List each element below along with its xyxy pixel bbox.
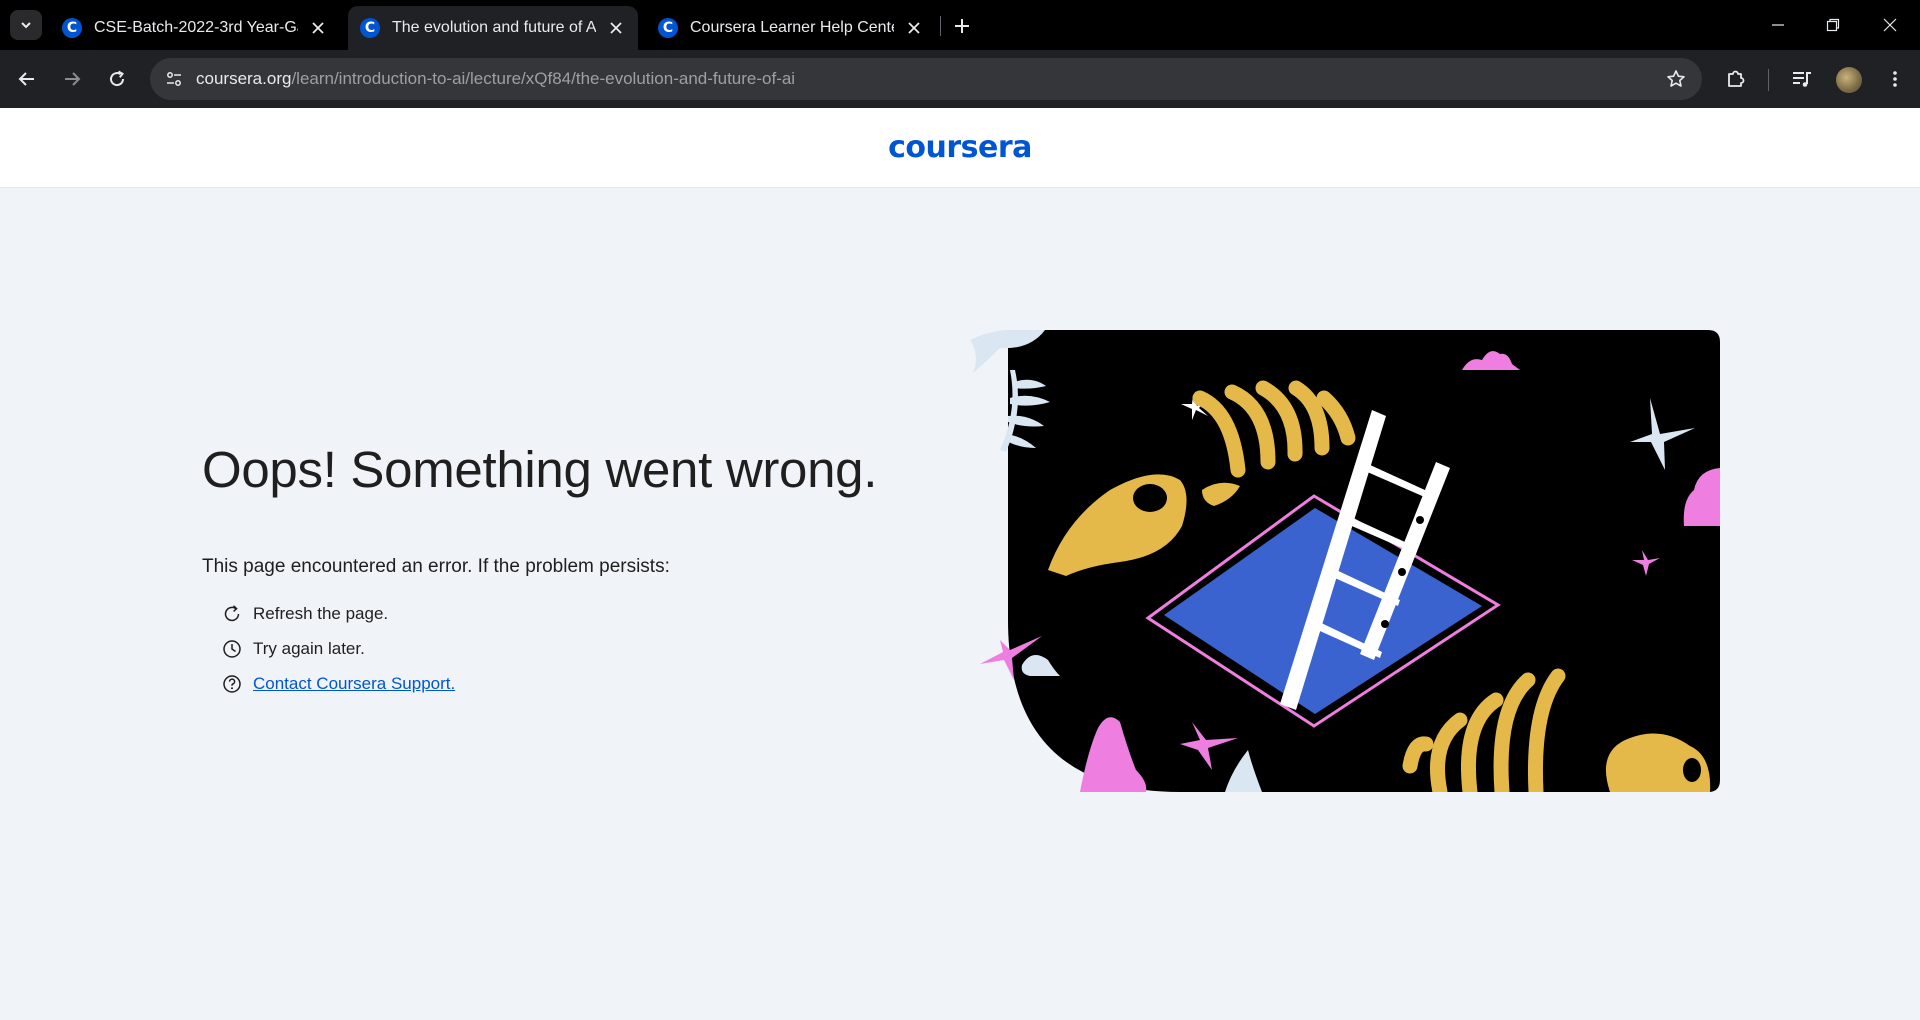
tab-title: Coursera Learner Help Center — [690, 19, 894, 36]
arrow-left-icon — [18, 72, 34, 86]
toolbar-divider — [1768, 69, 1769, 91]
error-description: This page encountered an error. If the p… — [202, 556, 670, 577]
puzzle-icon — [1728, 70, 1745, 87]
refresh-icon — [221, 603, 243, 625]
forward-button[interactable] — [56, 63, 88, 95]
reload-icon — [110, 70, 125, 87]
tab-title: The evolution and future of AI | Courser… — [392, 19, 596, 36]
coursera-logo[interactable]: coursera — [888, 130, 1032, 165]
tab-title: CSE-Batch-2022-3rd Year-Gamma — [94, 19, 298, 36]
plus-icon — [955, 19, 969, 33]
site-header: coursera — [0, 108, 1920, 188]
tab-evolution-of-ai[interactable]: C The evolution and future of AI | Cours… — [348, 6, 638, 50]
minimize-button[interactable] — [1758, 10, 1798, 40]
new-tab-button[interactable] — [948, 12, 976, 40]
clock-icon — [221, 638, 243, 660]
coursera-favicon-icon: C — [360, 18, 380, 38]
profile-avatar[interactable] — [1836, 67, 1862, 93]
chevron-down-icon — [21, 22, 31, 29]
error-illustration — [970, 330, 1720, 792]
url-host: coursera.org — [196, 69, 292, 88]
back-button[interactable] — [11, 63, 43, 95]
media-control-button[interactable] — [1786, 63, 1818, 95]
url-text: coursera.org/learn/introduction-to-ai/le… — [196, 69, 795, 89]
more-vertical-icon — [1893, 71, 1897, 87]
browser-toolbar: coursera.org/learn/introduction-to-ai/le… — [0, 50, 1920, 108]
error-suggestions-list: Refresh the page. Try again later. Conta… — [221, 596, 455, 701]
url-path: /learn/introduction-to-ai/lecture/xQf84/… — [291, 69, 796, 88]
tab-separator — [940, 16, 941, 36]
extensions-button[interactable] — [1720, 63, 1752, 95]
bookmark-button[interactable] — [1664, 67, 1688, 91]
reload-button[interactable] — [101, 63, 133, 95]
arrow-right-icon — [65, 72, 81, 86]
close-tab-icon[interactable] — [606, 18, 626, 38]
suggestion-text: Refresh the page. — [253, 603, 389, 623]
suggestion-text: Try again later. — [253, 638, 365, 658]
queue-music-icon — [1793, 72, 1811, 87]
close-icon — [1883, 18, 1897, 32]
list-item: Refresh the page. — [221, 596, 455, 631]
coursera-favicon-icon: C — [62, 18, 82, 38]
restore-icon — [1826, 18, 1840, 32]
address-bar[interactable]: coursera.org/learn/introduction-to-ai/le… — [150, 58, 1702, 100]
star-icon — [1667, 70, 1685, 87]
error-title: Oops! Something went wrong. — [202, 441, 878, 498]
close-tab-icon[interactable] — [904, 18, 924, 38]
browser-menu-button[interactable] — [1879, 63, 1911, 95]
list-item: Contact Coursera Support. — [221, 666, 455, 701]
close-window-button[interactable] — [1870, 10, 1910, 40]
site-info-button[interactable] — [160, 65, 188, 93]
tab-cse-batch[interactable]: C CSE-Batch-2022-3rd Year-Gamma — [50, 6, 340, 50]
tab-strip: C CSE-Batch-2022-3rd Year-Gamma C The ev… — [0, 0, 1920, 50]
restore-button[interactable] — [1813, 10, 1853, 40]
tune-icon — [167, 72, 181, 86]
close-tab-icon[interactable] — [308, 18, 328, 38]
list-item: Try again later. — [221, 631, 455, 666]
tab-search-button[interactable] — [10, 10, 42, 40]
help-circle-icon — [221, 673, 243, 695]
contact-support-link[interactable]: Contact Coursera Support. — [253, 674, 455, 694]
tab-learner-help-center[interactable]: C Coursera Learner Help Center — [646, 6, 936, 50]
coursera-favicon-icon: C — [658, 18, 678, 38]
minimize-icon — [1772, 24, 1784, 26]
